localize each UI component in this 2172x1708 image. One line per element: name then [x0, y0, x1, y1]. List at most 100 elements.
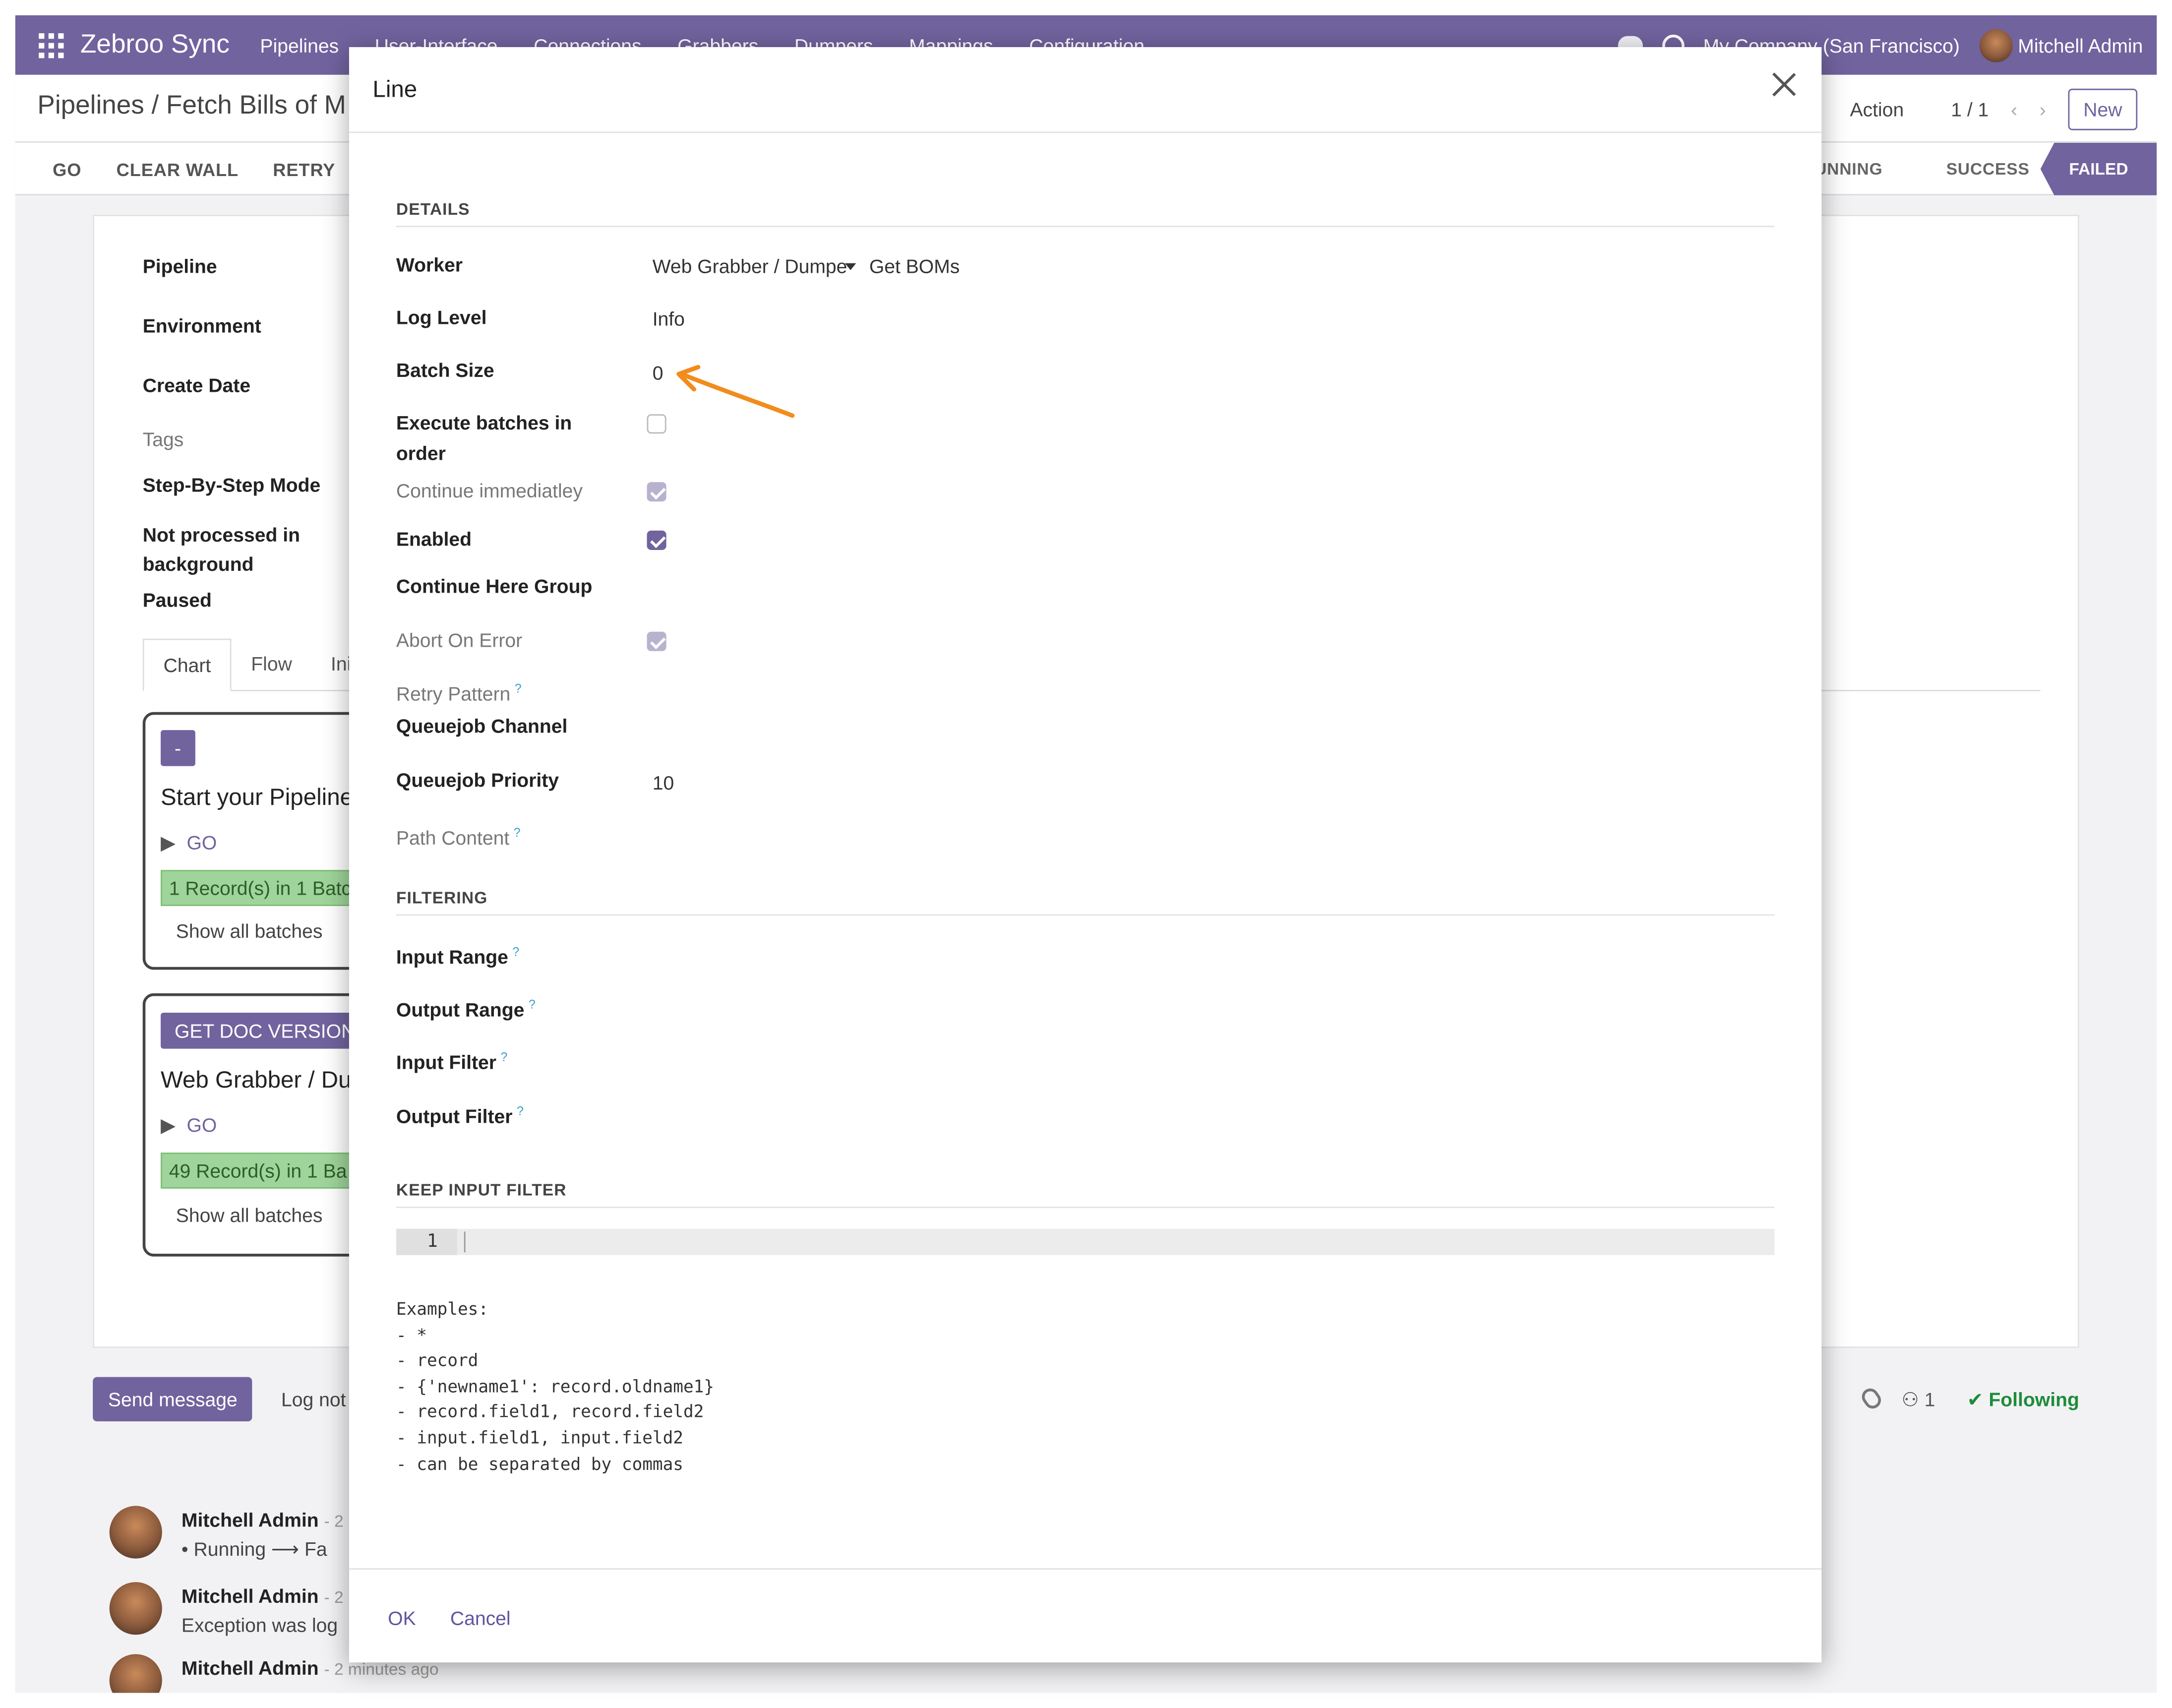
- field-label-environment: Environment: [142, 314, 261, 337]
- app-brand[interactable]: Zebroo Sync: [80, 30, 230, 60]
- label-output-range: Output Range?: [396, 989, 536, 1025]
- code-editor[interactable]: 1: [396, 1228, 1775, 1255]
- user-menu[interactable]: Mitchell Admin: [2018, 34, 2143, 56]
- worker-value[interactable]: Web Grabber / Dumpe: [653, 255, 847, 277]
- section-details: DETAILS: [396, 199, 1775, 228]
- menu-pipelines[interactable]: Pipelines: [260, 34, 339, 56]
- field-label-pipeline: Pipeline: [142, 254, 217, 277]
- editor-line-number: 1: [396, 1228, 457, 1255]
- stage-failed[interactable]: FAILED: [2040, 142, 2157, 195]
- field-label-tags: Tags: [142, 428, 184, 450]
- worker-field[interactable]: Web Grabber / Dumpe Get BOMs: [653, 255, 960, 277]
- execute-batches-checkbox[interactable]: [647, 414, 666, 434]
- message-time: - 2 minutes ago: [324, 1659, 439, 1679]
- help-icon[interactable]: ?: [529, 997, 536, 1011]
- message-author-name[interactable]: Mitchell Admin: [181, 1585, 319, 1607]
- queuejob-priority-input[interactable]: 10: [653, 772, 674, 794]
- stage-success[interactable]: SUCCESS: [1946, 159, 2030, 179]
- message-author-name[interactable]: Mitchell Admin: [181, 1657, 319, 1679]
- enabled-checkbox[interactable]: [647, 530, 666, 550]
- editor-cursor: [464, 1231, 466, 1253]
- card-badge[interactable]: GET DOC VERSION: [161, 1012, 369, 1049]
- chevron-down-icon[interactable]: [844, 263, 856, 270]
- label-continue-here-group: Continue Here Group: [396, 575, 593, 597]
- label-output-filter: Output Filter?: [396, 1096, 524, 1132]
- attachment-icon[interactable]: [1859, 1385, 1884, 1412]
- new-button[interactable]: New: [2068, 88, 2138, 130]
- abort-on-error-checkbox: [647, 631, 666, 651]
- message-body: • Running ⟶ Fa: [181, 1537, 327, 1560]
- action-menu[interactable]: Action: [1850, 98, 1904, 121]
- label-output-range-text: Output Range: [396, 998, 525, 1021]
- label-abort-on-error: Abort On Error: [396, 629, 523, 651]
- label-continue-immediately: Continue immediatley: [396, 479, 583, 502]
- help-icon[interactable]: ?: [512, 945, 519, 959]
- card-title: Start your Pipeline: [161, 784, 354, 811]
- tab-flow[interactable]: Flow: [232, 639, 311, 690]
- following-button[interactable]: ✔ Following: [1967, 1388, 2079, 1411]
- label-output-filter-text: Output Filter: [396, 1105, 513, 1127]
- message-time: - 2: [324, 1511, 344, 1531]
- label-path-content-text: Path Content: [396, 826, 510, 849]
- dialog-header: Line: [349, 47, 1822, 133]
- field-label-step-by-step: Step-By-Step Mode: [142, 474, 321, 496]
- pager-next-icon[interactable]: ›: [2040, 98, 2046, 121]
- following-label: Following: [1989, 1388, 2079, 1410]
- label-enabled: Enabled: [396, 528, 472, 550]
- annotation-arrow-icon: [676, 365, 795, 418]
- label-worker: Worker: [396, 253, 463, 276]
- label-input-range-text: Input Range: [396, 945, 508, 968]
- card-badge[interactable]: -: [161, 730, 195, 766]
- cancel-button[interactable]: Cancel: [450, 1607, 511, 1629]
- label-path-content: Path Content?: [396, 817, 521, 853]
- label-queuejob-channel: Queuejob Channel: [396, 715, 568, 737]
- field-label-create-date: Create Date: [142, 374, 251, 396]
- message-author[interactable]: Mitchell Admin - 2: [181, 1509, 344, 1531]
- show-all-batches-link[interactable]: Show all batches: [176, 920, 323, 942]
- followers-count-value: 1: [1924, 1388, 1935, 1410]
- dialog-footer: OK Cancel: [349, 1568, 1822, 1662]
- label-execute-batches: Execute batches in order: [396, 411, 572, 464]
- avatar[interactable]: [109, 1582, 162, 1635]
- card-go-toggle[interactable]: ▶ GO: [161, 1114, 217, 1137]
- continue-immediately-checkbox: [647, 482, 666, 502]
- message-body: Exception was log: [181, 1614, 338, 1637]
- pager-prev-icon[interactable]: ‹: [2011, 98, 2017, 121]
- label-input-filter-text: Input Filter: [396, 1051, 496, 1073]
- label-retry-pattern: Retry Pattern?: [396, 673, 522, 709]
- help-icon[interactable]: ?: [515, 681, 522, 695]
- pager-value[interactable]: 1 / 1: [1951, 98, 1989, 121]
- help-icon[interactable]: ?: [517, 1104, 524, 1118]
- retry-button[interactable]: RETRY: [273, 159, 335, 180]
- field-label-paused: Paused: [142, 589, 212, 611]
- log-note-button[interactable]: Log not: [281, 1388, 346, 1410]
- examples-help-text: Examples: - * - record - {'newname1': re…: [396, 1299, 715, 1473]
- breadcrumb[interactable]: Pipelines / Fetch Bills of M: [37, 91, 346, 122]
- section-keep-input-filter: KEEP INPUT FILTER: [396, 1180, 1775, 1208]
- user-avatar[interactable]: [1979, 28, 2013, 62]
- clear-wall-button[interactable]: CLEAR WALL: [117, 159, 239, 180]
- show-all-batches-link[interactable]: Show all batches: [176, 1204, 323, 1226]
- worker-value-secondary[interactable]: Get BOMs: [869, 255, 960, 277]
- label-batch-size: Batch Size: [396, 359, 494, 381]
- tab-chart[interactable]: Chart: [142, 638, 232, 691]
- message-author-name[interactable]: Mitchell Admin: [181, 1509, 319, 1531]
- label-log-level: Log Level: [396, 306, 487, 329]
- apps-grid-icon[interactable]: [39, 32, 64, 58]
- avatar[interactable]: [109, 1506, 162, 1559]
- card-go-toggle[interactable]: ▶ GO: [161, 831, 217, 854]
- log-level-select[interactable]: Info: [653, 307, 685, 330]
- ok-button[interactable]: OK: [388, 1607, 416, 1629]
- batch-size-input[interactable]: 0: [653, 362, 664, 384]
- message-author[interactable]: Mitchell Admin - 2: [181, 1585, 344, 1607]
- go-button[interactable]: GO: [53, 159, 81, 180]
- avatar[interactable]: [109, 1654, 162, 1693]
- help-icon[interactable]: ?: [500, 1050, 507, 1064]
- followers-count[interactable]: ⚇ 1: [1902, 1388, 1935, 1411]
- card-go-label[interactable]: GO: [186, 1114, 217, 1136]
- label-retry-pattern-text: Retry Pattern: [396, 682, 511, 705]
- help-icon[interactable]: ?: [514, 826, 521, 840]
- close-icon[interactable]: [1769, 69, 1799, 100]
- send-message-button[interactable]: Send message: [93, 1377, 253, 1422]
- card-go-label[interactable]: GO: [186, 831, 217, 854]
